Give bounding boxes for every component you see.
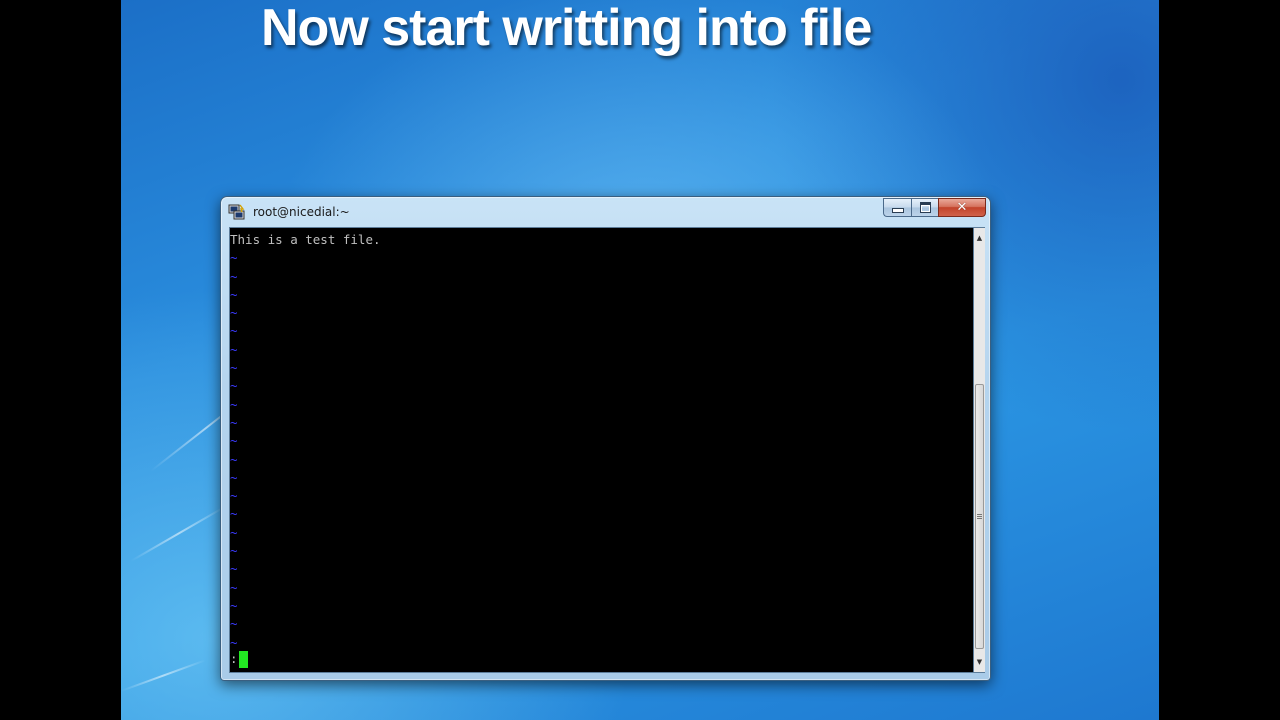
window-controls: ✕ [883,198,986,217]
empty-line-marker: ~ [230,616,238,632]
empty-line-marker: ~ [230,305,238,321]
video-caption: Now start writting into file [261,0,872,57]
empty-line-marker: ~ [230,250,238,266]
video-frame: Now start writting into file root@nicedi… [0,0,1280,720]
minimize-icon [891,208,904,213]
close-button[interactable]: ✕ [938,198,986,217]
empty-line-marker: ~ [230,378,238,394]
vertical-scrollbar[interactable]: ▲ ▼ [974,227,985,673]
vim-command-line[interactable]: : [230,650,248,668]
empty-line-marker: ~ [230,451,238,467]
text-cursor [238,650,248,668]
empty-line-marker: ~ [230,543,238,559]
empty-line-marker: ~ [230,286,238,302]
wallpaper-streak [130,505,227,562]
terminal-text: This is a test file. ~ ~ ~ ~ ~ ~ ~ ~ ~ ~ ~ ~ ~ ~ ~ ~ ~ ~ ~… [230,231,973,652]
scroll-up-button[interactable]: ▲ [974,230,985,246]
terminal-window[interactable]: root@nicedial:~ ✕ This is a test file. ~… [220,196,991,681]
putty-icon [228,204,245,220]
title-bar[interactable]: root@nicedial:~ ✕ [221,197,990,227]
empty-line-marker: ~ [230,341,238,357]
scroll-down-button[interactable]: ▼ [974,654,985,670]
empty-line-marker: ~ [230,634,238,650]
empty-line-marker: ~ [230,323,238,339]
empty-line-marker: ~ [230,488,238,504]
close-icon: ✕ [956,200,968,215]
wallpaper-streak [121,659,206,692]
empty-line-marker: ~ [230,506,238,522]
empty-line-marker: ~ [230,597,238,613]
empty-line-marker: ~ [230,360,238,376]
command-prefix: : [230,651,238,666]
empty-line-marker: ~ [230,524,238,540]
arrow-up-icon: ▲ [976,234,983,242]
window-title: root@nicedial:~ [253,205,350,219]
scroll-thumb[interactable] [975,384,984,649]
arrow-down-icon: ▼ [976,658,983,666]
empty-line-marker: ~ [230,561,238,577]
minimize-button[interactable] [883,198,911,217]
terminal-line: This is a test file. [230,232,381,247]
empty-line-marker: ~ [230,414,238,430]
maximize-button[interactable] [911,198,938,217]
empty-line-marker: ~ [230,469,238,485]
empty-line-marker: ~ [230,579,238,595]
empty-line-marker: ~ [230,268,238,284]
empty-line-marker: ~ [230,433,238,449]
terminal-screen[interactable]: This is a test file. ~ ~ ~ ~ ~ ~ ~ ~ ~ ~ ~ ~ ~ ~ ~ ~ ~ ~ ~… [229,227,974,673]
empty-line-marker: ~ [230,396,238,412]
grip-icon [977,513,982,520]
maximize-icon [919,202,931,213]
desktop-background: Now start writting into file root@nicedi… [121,0,1159,720]
